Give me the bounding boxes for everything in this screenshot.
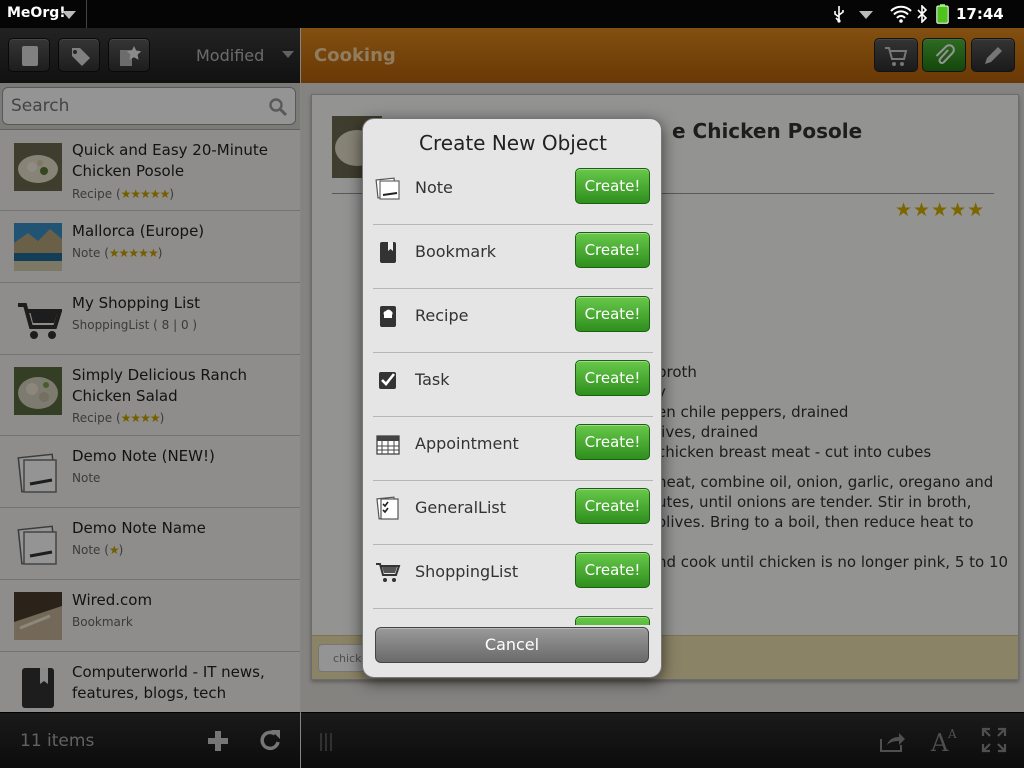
status-divider bbox=[86, 0, 87, 28]
object-type-list: Note Create! Bookmark Create! Recipe Cre… bbox=[363, 161, 663, 625]
calendar-icon bbox=[376, 435, 400, 455]
checklist-icon bbox=[376, 496, 399, 520]
status-menu-caret-icon[interactable] bbox=[859, 11, 873, 19]
object-type-label: ShoppingList bbox=[415, 562, 519, 581]
object-type-row: GeneralList Create! bbox=[373, 481, 653, 545]
object-type-label: Task bbox=[415, 370, 450, 389]
app-menu-title[interactable]: MeOrg! bbox=[7, 5, 66, 21]
bookmark-icon bbox=[380, 242, 396, 263]
object-type-row-partial: Create! bbox=[373, 609, 653, 625]
create-task-button[interactable]: Create! bbox=[575, 360, 650, 396]
create-appointment-button[interactable]: Create! bbox=[575, 424, 650, 460]
object-type-row: ShoppingList Create! bbox=[373, 545, 653, 609]
app-menu-caret-icon[interactable] bbox=[62, 11, 76, 19]
create-shoppinglist-button[interactable]: Create! bbox=[575, 552, 650, 588]
object-type-row: Appointment Create! bbox=[373, 417, 653, 481]
object-type-label: GeneralList bbox=[415, 498, 507, 517]
create-note-button[interactable]: Create! bbox=[575, 168, 650, 204]
object-type-label: Recipe bbox=[415, 306, 469, 325]
create-more-button[interactable]: Create! bbox=[575, 616, 650, 625]
recipe-icon bbox=[380, 306, 396, 327]
object-type-row: Task Create! bbox=[373, 353, 653, 417]
object-type-label: Bookmark bbox=[415, 242, 497, 261]
object-type-row: Note Create! bbox=[373, 161, 653, 225]
create-bookmark-button[interactable]: Create! bbox=[575, 232, 650, 268]
note-icon bbox=[375, 177, 400, 200]
cancel-button[interactable]: Cancel bbox=[375, 627, 649, 663]
dialog-title: Create New Object bbox=[419, 131, 607, 155]
checkbox-icon bbox=[379, 372, 396, 389]
battery-icon[interactable] bbox=[936, 4, 949, 24]
wifi-icon[interactable] bbox=[890, 5, 912, 23]
object-type-row: Recipe Create! bbox=[373, 289, 653, 353]
app-window: MeOrg! 17:44 Modified Search Quick and E… bbox=[0, 0, 1024, 768]
create-generallist-button[interactable]: Create! bbox=[575, 488, 650, 524]
clock[interactable]: 17:44 bbox=[956, 5, 1004, 23]
object-type-label: Note bbox=[415, 178, 453, 197]
status-bar: MeOrg! 17:44 bbox=[0, 0, 1024, 28]
object-type-row: Bookmark Create! bbox=[373, 225, 653, 289]
cart-icon bbox=[376, 563, 401, 582]
create-object-dialog: Create New Object Note Create! Bookmark … bbox=[362, 118, 662, 678]
bluetooth-icon[interactable] bbox=[916, 5, 928, 23]
object-type-label: Appointment bbox=[415, 434, 519, 453]
usb-icon bbox=[834, 6, 844, 23]
create-recipe-button[interactable]: Create! bbox=[575, 296, 650, 332]
